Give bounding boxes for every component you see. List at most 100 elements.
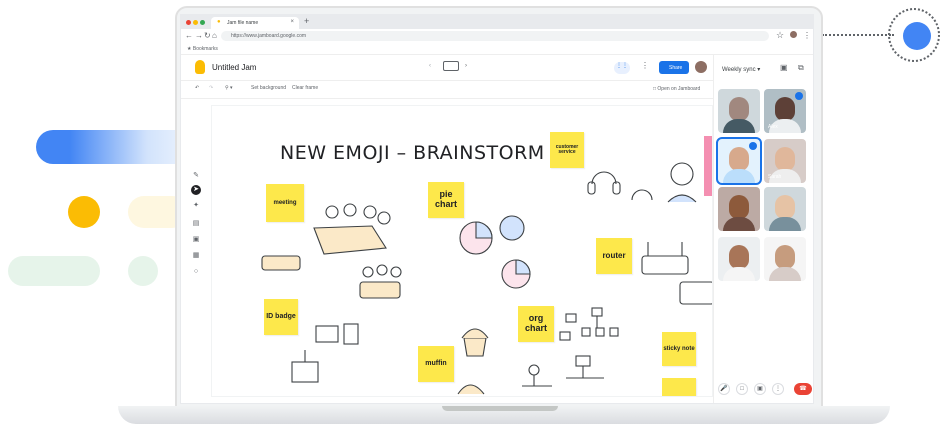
bookmark-star-icon: ★ — [187, 46, 192, 52]
prev-frame-icon[interactable]: ‹ — [429, 63, 431, 69]
participant-face — [729, 147, 749, 171]
muffin-doodle — [461, 328, 489, 339]
org-node-doodle — [559, 331, 571, 341]
headset-doodle — [631, 189, 653, 201]
participant-tile[interactable] — [718, 237, 760, 281]
forward-icon[interactable]: → — [195, 31, 203, 40]
participant-tile[interactable] — [764, 237, 806, 281]
open-on-jamboard-label: Open on Jamboard — [657, 86, 701, 92]
jamboard-logo-icon — [195, 60, 205, 74]
mic-icon[interactable]: 🎤 — [718, 383, 730, 395]
profile-avatar[interactable] — [790, 31, 797, 38]
speaking-badge-icon — [795, 92, 803, 100]
pie-slice-doodle — [515, 259, 531, 275]
next-frame-icon[interactable]: › — [465, 63, 467, 69]
bookmarks-bar: ★ Bookmarks — [181, 43, 813, 55]
participant-body — [723, 267, 755, 281]
expand-icon[interactable]: ⧉ — [798, 63, 804, 73]
jam-toolbar: ↶ ↷ ⚲ ▾ Set background Clear frame □ Ope… — [181, 81, 713, 99]
call-controls: 🎤 □ ▣ ⋮ ☎ — [714, 381, 813, 399]
share-button[interactable]: Share — [659, 61, 689, 74]
participant-body — [723, 119, 755, 133]
camera-icon[interactable]: □ — [736, 383, 748, 395]
pen-icon[interactable]: ✎ — [191, 171, 201, 181]
present-icon[interactable]: ▣ — [754, 383, 766, 395]
image-icon[interactable]: ▣ — [191, 235, 201, 245]
stage: ● Jam file name × + ← → ↻ ⌂ https://www.… — [0, 0, 944, 429]
sticky-note-icon[interactable]: ▤ — [191, 219, 201, 229]
hangup-button[interactable]: ☎ — [794, 383, 812, 395]
circle-icon[interactable]: ○ — [191, 267, 201, 277]
redo-icon[interactable]: ↷ — [209, 85, 213, 91]
meet-activity-icon[interactable]: ⋮⋮ — [614, 62, 630, 74]
browser-tab-bar: ● Jam file name × + — [181, 15, 813, 29]
frame-thumbnail[interactable] — [443, 61, 459, 71]
org-node-doodle — [591, 307, 603, 317]
account-avatar[interactable] — [695, 61, 707, 73]
org-node-doodle — [565, 313, 577, 323]
person-doodle — [325, 205, 339, 219]
zoom-icon[interactable]: ⚲ ▾ — [225, 85, 233, 91]
participant-tile[interactable]: Alex — [764, 89, 806, 133]
meeting-title[interactable]: Weekly sync ▾ — [722, 66, 760, 73]
muffin-doodle — [463, 337, 487, 357]
router-doodle — [641, 255, 689, 275]
popout-icon[interactable]: ▣ — [780, 63, 788, 72]
bookmarks-label[interactable]: Bookmarks — [193, 46, 218, 52]
jam-canvas[interactable]: NEW EMOJI – BRAINSTORM meeting pie chart… — [211, 105, 713, 397]
decor-green-pill — [8, 256, 100, 286]
address-input[interactable]: https://www.jamboard.google.com — [221, 31, 769, 41]
participant-tile[interactable]: Sarah — [764, 139, 806, 183]
window-minimize-dot[interactable] — [193, 20, 198, 25]
new-tab-icon[interactable]: + — [304, 16, 309, 26]
window-maximize-dot[interactable] — [200, 20, 205, 25]
laptop-notch — [442, 406, 558, 411]
window-close-dot[interactable] — [186, 20, 191, 25]
share-label: Share — [669, 65, 683, 71]
participant-tile[interactable] — [764, 187, 806, 231]
more-call-options-icon[interactable]: ⋮ — [772, 383, 784, 395]
clear-frame-button[interactable]: Clear frame — [292, 85, 318, 91]
more-options-icon[interactable]: ⋮ — [641, 61, 649, 70]
browser-menu-icon[interactable]: ⋮ — [803, 31, 811, 40]
participant-tile[interactable] — [718, 187, 760, 231]
participant-body — [769, 217, 801, 231]
jamboard-favicon-icon: ● — [217, 19, 221, 25]
home-icon[interactable]: ⌂ — [212, 31, 217, 40]
meeting-title-text: Weekly sync — [722, 67, 756, 73]
participant-face — [775, 147, 795, 171]
participant-tile[interactable] — [718, 89, 760, 133]
url-bar: ← → ↻ ⌂ https://www.jamboard.google.com … — [181, 29, 813, 43]
browser-tab[interactable]: ● Jam file name × — [211, 17, 299, 29]
jam-header: Untitled Jam ‹ › ⋮⋮ ⋮ Share — [181, 55, 713, 81]
set-background-button[interactable]: Set background — [251, 85, 286, 91]
star-icon[interactable]: ☆ — [776, 30, 784, 41]
org-node-doodle — [575, 355, 591, 367]
speaking-badge-icon — [749, 142, 757, 150]
reload-icon[interactable]: ↻ — [204, 31, 211, 40]
agent-doodle — [670, 162, 694, 186]
person-doodle — [376, 264, 388, 276]
select-icon[interactable]: ➤ — [191, 185, 201, 195]
person-doodle — [363, 205, 377, 219]
back-icon[interactable]: ← — [185, 31, 193, 40]
participant-face — [775, 245, 795, 269]
shape-icon[interactable]: ▦ — [191, 251, 201, 261]
laser-icon[interactable]: ✦ — [191, 201, 201, 211]
org-node-doodle — [528, 364, 540, 376]
open-on-jamboard-button[interactable]: □ Open on Jamboard — [653, 86, 700, 92]
desk-doodle — [359, 281, 401, 299]
agent-doodle — [667, 194, 697, 203]
participant-tile[interactable] — [716, 137, 762, 185]
org-node-doodle — [581, 327, 591, 337]
participant-body — [769, 267, 801, 281]
doodles-layer — [261, 162, 712, 395]
decor-yellow-dot — [68, 196, 100, 228]
small-table-doodle — [261, 255, 301, 271]
undo-icon[interactable]: ↶ — [195, 85, 199, 91]
jam-title[interactable]: Untitled Jam — [212, 63, 256, 72]
participant-face — [729, 97, 749, 121]
close-icon[interactable]: × — [290, 19, 294, 25]
participant-body — [723, 169, 755, 183]
pie-slice-doodle — [475, 221, 493, 239]
